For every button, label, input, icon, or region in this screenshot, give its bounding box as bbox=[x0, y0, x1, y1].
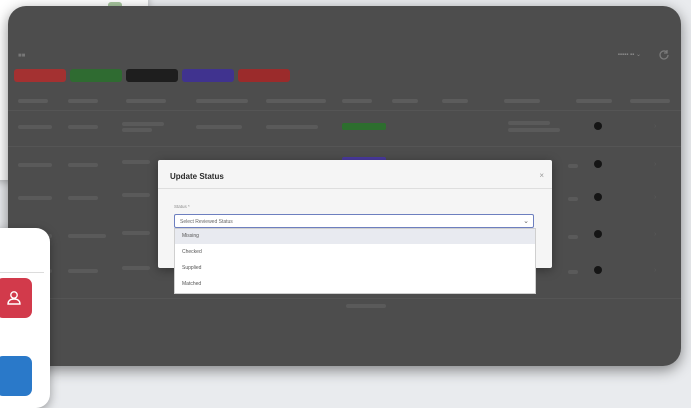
table-cell bbox=[266, 125, 318, 129]
option-matched[interactable]: Matched bbox=[175, 277, 535, 292]
column-header bbox=[504, 99, 540, 103]
table-cell bbox=[122, 160, 150, 164]
table-divider bbox=[8, 146, 681, 147]
option-missing[interactable]: Missing bbox=[175, 229, 535, 244]
option-supplied[interactable]: Supplied bbox=[175, 261, 535, 276]
user-icon bbox=[7, 291, 21, 305]
action-dot[interactable] bbox=[594, 230, 602, 238]
table-cell bbox=[568, 197, 578, 201]
status-options-list: Missing Checked Supplied Matched bbox=[174, 228, 536, 294]
table-cell bbox=[508, 121, 550, 125]
chevron-right-icon[interactable]: › bbox=[654, 194, 660, 201]
update-status-dialog: Update Status × Status * Select Reviewed… bbox=[158, 160, 552, 294]
column-header bbox=[68, 99, 98, 103]
card-divider bbox=[0, 272, 44, 273]
action-dot[interactable] bbox=[594, 160, 602, 168]
table-cell bbox=[568, 235, 578, 239]
column-header bbox=[196, 99, 248, 103]
header-label: ■■ bbox=[18, 53, 26, 59]
chevron-right-icon[interactable]: › bbox=[654, 267, 660, 274]
column-header bbox=[126, 99, 166, 103]
table-divider bbox=[8, 110, 681, 111]
status-badge bbox=[342, 123, 386, 130]
mobile-card bbox=[0, 228, 50, 408]
table-cell bbox=[18, 196, 52, 200]
user-icon-button[interactable] bbox=[0, 278, 32, 318]
column-header bbox=[266, 99, 326, 103]
table-cell bbox=[568, 164, 578, 168]
table-cell bbox=[18, 125, 52, 129]
table-cell bbox=[68, 234, 106, 238]
filter-tab-5[interactable] bbox=[238, 69, 290, 82]
column-header bbox=[442, 99, 468, 103]
close-icon[interactable]: × bbox=[539, 171, 544, 180]
table-cell bbox=[18, 163, 52, 167]
filter-tab-1[interactable] bbox=[14, 69, 66, 82]
action-dot[interactable] bbox=[594, 193, 602, 201]
chevron-right-icon[interactable]: › bbox=[654, 231, 660, 238]
action-dot[interactable] bbox=[594, 122, 602, 130]
table-cell bbox=[122, 122, 164, 126]
column-header bbox=[392, 99, 418, 103]
refresh-icon[interactable] bbox=[657, 48, 671, 62]
table-cell bbox=[68, 163, 98, 167]
option-checked[interactable]: Checked bbox=[175, 245, 535, 260]
dialog-divider bbox=[158, 188, 552, 189]
status-select[interactable]: Select Reviewed Status ⌄ bbox=[174, 214, 534, 228]
table-cell bbox=[508, 128, 560, 132]
table-cell bbox=[122, 128, 152, 132]
table-cell bbox=[122, 231, 150, 235]
chevron-right-icon[interactable]: › bbox=[654, 161, 660, 168]
chevron-right-icon[interactable]: › bbox=[654, 123, 660, 130]
chevron-down-icon[interactable]: ⌄ bbox=[523, 217, 529, 225]
table-cell bbox=[568, 270, 578, 274]
filter-tab-4[interactable] bbox=[182, 69, 234, 82]
column-header bbox=[18, 99, 48, 103]
table-cell bbox=[196, 125, 242, 129]
table-cell bbox=[122, 193, 150, 197]
app-screen: ■■ ▪▪▪▪▪ ▪▪ ⌄ › › › › › Update Status × … bbox=[8, 6, 681, 366]
table-cell bbox=[68, 125, 98, 129]
filter-tab-2[interactable] bbox=[70, 69, 122, 82]
dialog-title: Update Status bbox=[170, 172, 224, 181]
column-header bbox=[342, 99, 372, 103]
status-field-label: Status * bbox=[174, 204, 190, 209]
pagination-text bbox=[346, 304, 386, 308]
action-dot[interactable] bbox=[594, 266, 602, 274]
select-placeholder: Select Reviewed Status bbox=[180, 219, 233, 225]
table-cell bbox=[68, 196, 98, 200]
header-menu[interactable]: ▪▪▪▪▪ ▪▪ ⌄ bbox=[618, 51, 641, 58]
column-header bbox=[630, 99, 670, 103]
table-divider bbox=[8, 298, 681, 299]
table-cell bbox=[68, 269, 98, 273]
filter-tab-3[interactable] bbox=[126, 69, 178, 82]
column-header bbox=[576, 99, 612, 103]
app-icon-button[interactable] bbox=[0, 356, 32, 396]
table-cell bbox=[122, 266, 150, 270]
